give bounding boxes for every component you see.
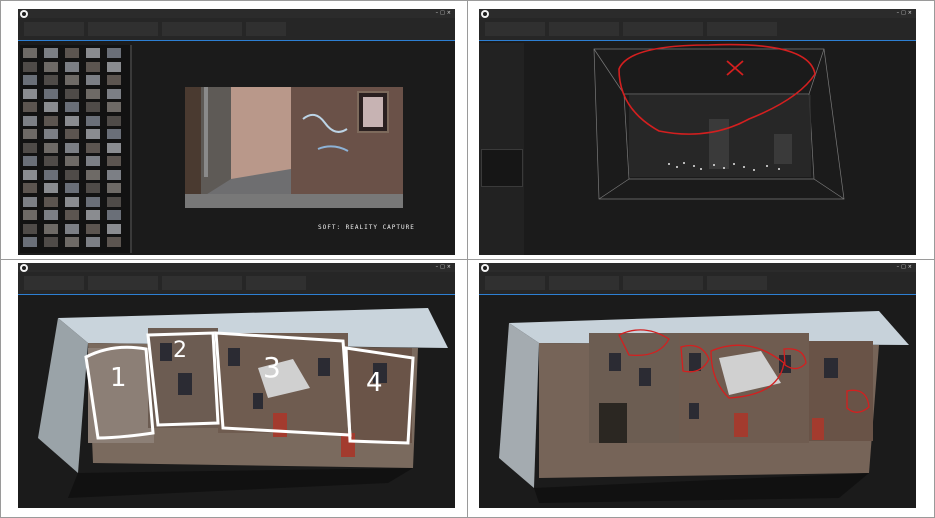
region-number-3: 3 bbox=[263, 351, 281, 384]
region-number-2: 2 bbox=[173, 338, 187, 363]
panel-textured-model-segments: –□× 1 2 3 4 bbox=[18, 263, 455, 508]
panel-image-browser: –□× SOFT: REALITY CAPTURE bbox=[18, 9, 455, 255]
red-cross-annotation bbox=[726, 60, 744, 76]
region-number-4: 4 bbox=[366, 368, 383, 398]
panel-point-cloud: –□× bbox=[479, 9, 916, 255]
photo-preview bbox=[185, 87, 403, 208]
point-cloud-view bbox=[593, 43, 845, 200]
region-number-1: 1 bbox=[110, 363, 127, 393]
textured-model-view bbox=[38, 308, 448, 498]
grid-divider-horizontal bbox=[0, 259, 935, 260]
panel-textured-model-issues: –□× bbox=[479, 263, 916, 508]
textured-model-view bbox=[499, 311, 909, 503]
annotation-label: SOFT: REALITY CAPTURE bbox=[318, 224, 415, 231]
